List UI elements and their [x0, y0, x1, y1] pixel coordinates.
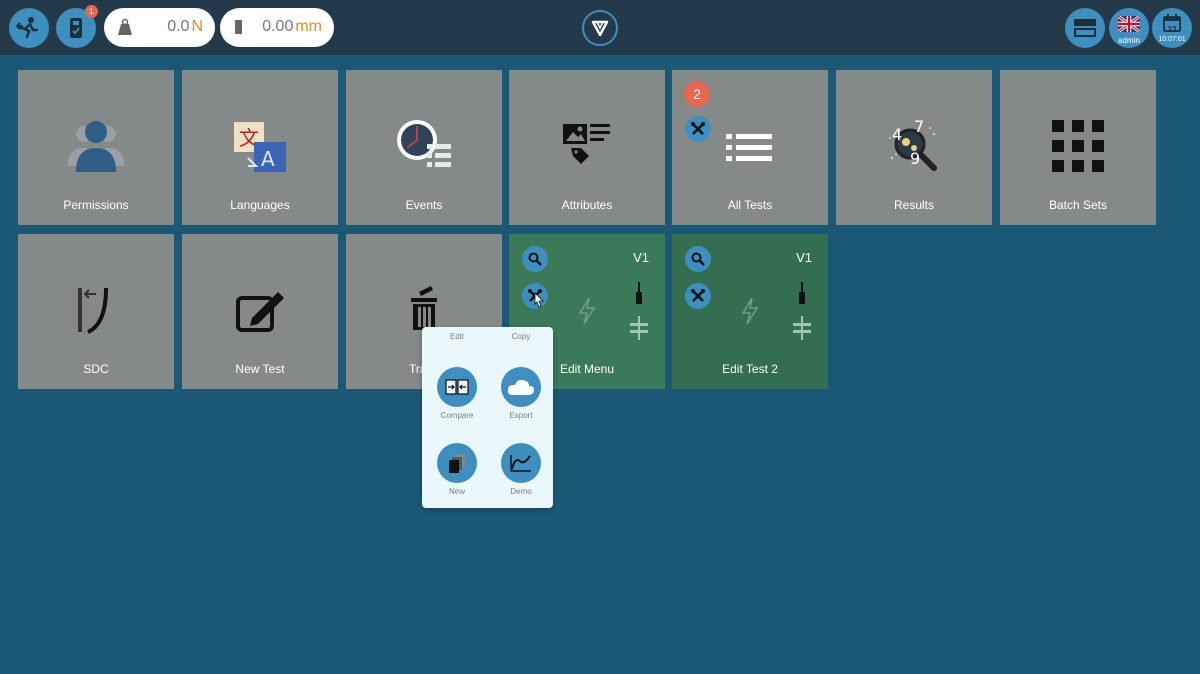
tile-results[interactable]: 4 7 9 Results — [836, 70, 992, 225]
tile-attributes[interactable]: Attributes — [509, 70, 665, 225]
tile-label: SDC — [83, 362, 109, 376]
clamp-icon — [630, 316, 648, 340]
view-button[interactable] — [685, 246, 711, 272]
edit-pencil-icon — [236, 292, 284, 332]
count-badge: 2 — [684, 81, 710, 107]
lightning-icon — [741, 297, 759, 325]
calendar-day: 23 — [1167, 25, 1177, 34]
usb-device-icon — [70, 18, 82, 38]
attributes-icon — [563, 124, 610, 164]
user-language-button[interactable]: admin — [1109, 8, 1149, 48]
cloud-icon — [507, 379, 535, 395]
tile-permissions[interactable]: Permissions — [18, 70, 174, 225]
probe-icon — [799, 282, 805, 304]
device-button[interactable]: 1 — [56, 5, 98, 48]
position-unit: mm — [295, 18, 322, 35]
top-bar: 1 0.0 N 0.00 mm admin 23 10:07:01 — [0, 0, 1200, 55]
view-button[interactable] — [522, 246, 548, 272]
menu-item-export[interactable]: Export — [496, 367, 546, 420]
tools-icon — [691, 122, 705, 135]
tools-button[interactable] — [685, 283, 711, 309]
tile-label: Languages — [230, 198, 290, 212]
new-documents-icon — [449, 454, 465, 473]
tile-label: New Test — [235, 362, 285, 376]
list-icon — [726, 134, 772, 161]
clock-list-icon — [397, 120, 451, 167]
exit-icon — [16, 17, 39, 39]
menu-item-new[interactable]: New — [432, 443, 482, 496]
user-name: admin — [1118, 36, 1140, 45]
weight-icon — [118, 18, 132, 35]
tile-sdc[interactable]: SDC — [18, 234, 174, 389]
tile-all-tests[interactable]: 2 All Tests — [672, 70, 828, 225]
windows-button[interactable] — [1065, 8, 1105, 48]
clock-time: 10:07:01 — [1158, 36, 1186, 43]
translate-icon: 文 A — [234, 122, 286, 172]
tile-new-test[interactable]: New Test — [182, 234, 338, 389]
compare-icon — [445, 379, 469, 395]
menu-item-label: Export — [509, 411, 533, 420]
menu-item-demo[interactable]: Demo — [496, 443, 546, 496]
tile-label: Results — [893, 198, 934, 212]
logout-button[interactable] — [9, 8, 49, 48]
grid-icon — [1052, 120, 1104, 172]
tile-label: Permissions — [63, 198, 129, 212]
tile-label: All Tests — [727, 198, 773, 212]
magnifier-icon — [528, 252, 542, 266]
curve-chart-icon — [510, 455, 531, 472]
digit-9: 9 — [910, 149, 920, 168]
position-readout: 0.00 mm — [220, 8, 334, 47]
tools-button[interactable] — [685, 116, 711, 142]
tile-languages[interactable]: 文 A Languages — [182, 70, 338, 225]
tile-label: Batch Sets — [1048, 198, 1108, 212]
windows-icon — [1074, 19, 1096, 37]
tools-popup-menu: Edit Copy Compare Export New Demo — [422, 327, 553, 508]
force-readout: 0.0 N — [104, 8, 215, 47]
version-label: V1 — [796, 250, 812, 265]
menu-item-compare[interactable]: Compare — [432, 367, 482, 420]
extension-icon — [235, 20, 242, 34]
magnifier-icon — [691, 252, 705, 266]
app-logo — [582, 10, 618, 46]
probe-icon — [636, 282, 642, 304]
uk-flag-icon — [1118, 16, 1140, 32]
force-value: 0.0 — [167, 18, 190, 35]
results-search-icon: 4 7 9 — [889, 118, 937, 171]
tile-label: Attributes — [561, 198, 613, 212]
tile-events[interactable]: Events — [346, 70, 502, 225]
force-unit: N — [191, 18, 203, 35]
sdc-icon — [78, 287, 108, 334]
menu-item-copy[interactable]: Copy — [496, 332, 546, 341]
menu-item-label: Compare — [440, 411, 474, 420]
svg-text:A: A — [261, 147, 275, 171]
tile-label: Events — [405, 198, 443, 212]
clamp-icon — [793, 316, 811, 340]
datetime-button[interactable]: 23 10:07:01 — [1152, 8, 1192, 48]
trash-icon — [411, 286, 437, 330]
logo-v-icon — [591, 20, 609, 37]
notification-badge: 1 — [85, 5, 98, 18]
digit-7: 7 — [914, 118, 924, 136]
users-icon — [68, 121, 124, 172]
mouse-cursor-icon — [534, 292, 544, 308]
tile-label: Edit Test 2 — [722, 362, 778, 376]
lightning-icon — [578, 297, 596, 325]
position-value: 0.00 — [262, 18, 294, 35]
menu-item-label: New — [448, 487, 465, 496]
tile-edit-test-2[interactable]: V1 Edit Test 2 — [672, 234, 828, 389]
menu-item-edit[interactable]: Edit — [432, 332, 482, 341]
menu-item-label: Demo — [510, 487, 532, 496]
tools-icon — [691, 289, 705, 302]
version-label: V1 — [633, 250, 649, 265]
digit-4: 4 — [892, 125, 902, 144]
tile-batch-sets[interactable]: Batch Sets — [1000, 70, 1156, 225]
